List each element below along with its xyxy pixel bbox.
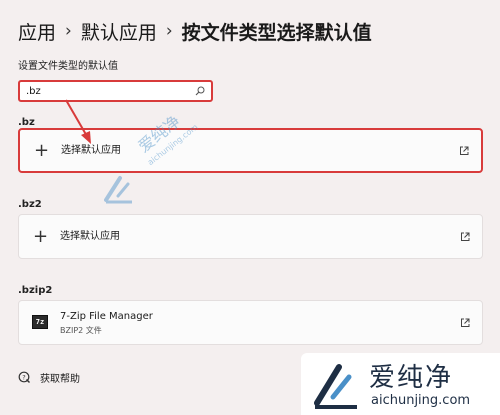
get-help-label: 获取帮助: [40, 374, 80, 385]
app-file-type: BZIP2 文件: [60, 326, 102, 335]
breadcrumb-item-apps[interactable]: 应用: [18, 18, 56, 45]
external-link-icon: [461, 232, 470, 241]
app-name: 7-Zip File Manager: [60, 311, 153, 322]
breadcrumb: 应用 › 默认应用 › 按文件类型选择默认值: [18, 14, 372, 48]
logo-watermark: 爱纯净 aichunjing.com: [301, 353, 500, 415]
external-link-icon: [461, 318, 470, 327]
default-app-button[interactable]: 7z 7-Zip File Manager BZIP2 文件: [18, 300, 483, 345]
breadcrumb-separator: ›: [65, 21, 72, 41]
7zip-app-icon: 7z: [32, 315, 48, 329]
svg-text:?: ?: [22, 373, 25, 381]
watermark: 爱纯净 aichunjing.com: [100, 112, 225, 228]
watermark-logo-icon: [104, 176, 132, 204]
search-icon[interactable]: [195, 86, 205, 96]
page-title: 按文件类型选择默认值: [181, 21, 372, 44]
watermark-logo-icon: [314, 364, 357, 409]
choose-default-app-button[interactable]: + 选择默认应用: [18, 128, 483, 173]
extension-header: .bz2: [18, 199, 42, 210]
choose-default-app-button[interactable]: + 选择默认应用: [18, 214, 483, 259]
plus-icon: +: [33, 225, 49, 247]
external-link-icon: [460, 146, 469, 155]
logo-text: 爱纯净: [369, 363, 454, 393]
plus-icon: +: [34, 139, 50, 161]
breadcrumb-separator: ›: [165, 21, 173, 41]
help-icon: ?: [18, 371, 30, 383]
breadcrumb-item-default-apps[interactable]: 默认应用: [81, 18, 157, 45]
extension-header: .bz: [18, 117, 35, 128]
get-help-link[interactable]: ? 获取帮助: [18, 370, 80, 385]
section-label: 设置文件类型的默认值: [18, 61, 118, 72]
logo-url: aichunjing.com: [371, 393, 471, 408]
search-box: [18, 80, 213, 102]
choose-default-app-label: 选择默认应用: [60, 230, 120, 242]
search-input[interactable]: [26, 84, 186, 98]
extension-header: .bzip2: [18, 285, 53, 296]
